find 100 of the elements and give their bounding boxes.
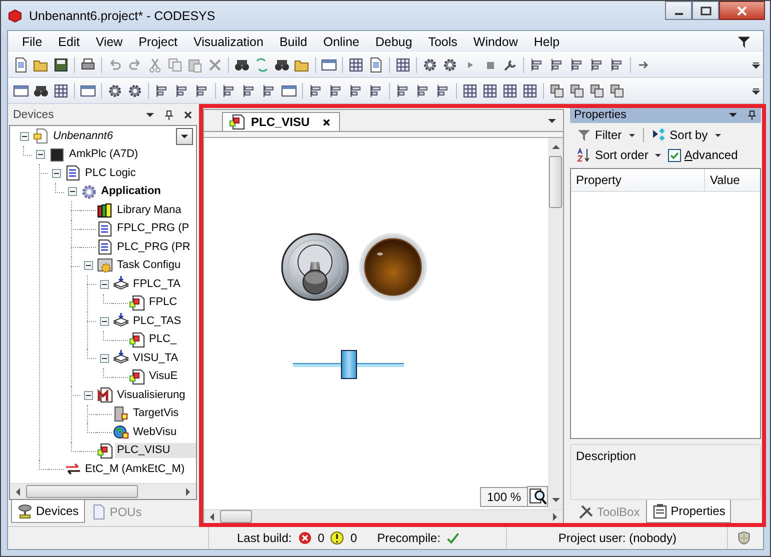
menu-item[interactable]: Build (271, 34, 316, 48)
panel-tab[interactable]: Devices (11, 500, 85, 523)
view-icon[interactable] (13, 83, 29, 99)
scrollbar-thumb[interactable] (549, 156, 562, 208)
toolbar-overflow-icon[interactable] (752, 60, 760, 70)
tree-item[interactable]: FPLC_PRG (P (115, 221, 196, 236)
toggle-switch-drawing[interactable] (280, 232, 350, 302)
tree-item[interactable]: VISU_TA (131, 350, 196, 366)
tree-item[interactable]: WebVisu (131, 424, 196, 440)
menu-item[interactable]: Debug (367, 34, 420, 48)
scrollbar-thumb[interactable] (26, 485, 138, 498)
slider-thumb[interactable] (340, 350, 356, 379)
horizontal-scrollbar[interactable] (10, 483, 196, 499)
keyboard-icon[interactable] (80, 83, 96, 99)
zoom-level-field[interactable]: 100 % (480, 487, 528, 507)
collapse-toggle[interactable] (68, 187, 76, 196)
scroll-right-icon[interactable] (552, 512, 558, 520)
scroll-up-icon[interactable] (552, 144, 560, 150)
minimize-button[interactable] (665, 1, 692, 20)
scroll-down-icon[interactable] (552, 497, 560, 503)
scroll-left-icon[interactable] (15, 488, 21, 496)
layer-icon[interactable] (549, 83, 565, 99)
editor-tab[interactable]: PLC_VISU (222, 112, 340, 131)
keypad-icon[interactable] (395, 57, 411, 73)
menu-item[interactable]: Tools (420, 34, 466, 48)
tree-item[interactable]: PLC_PRG (PR (115, 240, 196, 255)
dropdown-icon[interactable] (145, 110, 155, 120)
menu-item[interactable]: Online (315, 34, 368, 48)
gear-icon[interactable] (422, 57, 438, 73)
window-list-icon[interactable] (321, 57, 337, 73)
tree-item[interactable]: PLC_VISU (115, 443, 196, 458)
collapse-toggle[interactable] (100, 354, 108, 363)
export-icon[interactable] (368, 57, 384, 73)
zoom-icon[interactable] (33, 83, 49, 99)
save-icon[interactable] (53, 57, 69, 73)
tree-item[interactable]: EtC_M (AmkEtC_M) (83, 462, 196, 477)
size-icon[interactable] (482, 83, 498, 99)
gear-icon[interactable] (442, 57, 458, 73)
collapse-toggle[interactable] (52, 168, 60, 178)
tree-item[interactable]: Application (99, 184, 196, 200)
vertical-scrollbar[interactable] (548, 138, 563, 509)
tree-item[interactable]: FPLC (147, 295, 196, 310)
size-icon[interactable] (522, 83, 538, 99)
collapse-toggle[interactable] (36, 150, 44, 160)
delete-icon[interactable] (207, 57, 223, 73)
pin-icon[interactable] (747, 110, 757, 120)
image-icon[interactable] (281, 83, 297, 99)
dropdown-button[interactable]: Sort by (650, 126, 722, 144)
tree-item[interactable]: Library Mana (115, 202, 196, 218)
tree-item[interactable]: PLC Logic (83, 166, 196, 181)
pin-icon[interactable] (164, 110, 174, 120)
checkbox-icon[interactable] (668, 148, 682, 162)
new-document-icon[interactable] (13, 57, 29, 73)
paste-icon[interactable] (187, 57, 203, 73)
tree-item[interactable]: PLC_ (147, 332, 196, 348)
maximize-button[interactable] (692, 1, 719, 20)
tree-item[interactable]: VisuE (147, 369, 196, 384)
menu-item[interactable]: Help (526, 34, 568, 48)
gear-icon[interactable] (127, 83, 143, 99)
dropdown-icon[interactable] (728, 110, 738, 120)
scrollbar-thumb[interactable] (220, 510, 252, 523)
menu-item[interactable]: Edit (50, 34, 88, 48)
dropdown-button[interactable] (176, 128, 193, 145)
tree-item[interactable]: Visualisierung (115, 388, 196, 403)
close-icon[interactable] (183, 110, 193, 120)
grid-icon[interactable] (348, 57, 364, 73)
tree-item[interactable]: TargetVis (131, 406, 196, 422)
menu-item[interactable]: Visualization (185, 34, 272, 48)
size-icon[interactable] (502, 83, 518, 99)
tree-item[interactable]: FPLC_TA (131, 276, 196, 292)
close-button[interactable] (719, 1, 765, 20)
menu-item[interactable]: Window (465, 34, 526, 48)
collapse-toggle[interactable] (20, 132, 28, 141)
collapse-toggle[interactable] (84, 261, 92, 270)
zoom-icon[interactable] (527, 486, 548, 507)
dropdown-button[interactable]: Filter (576, 126, 636, 144)
collapse-toggle[interactable] (100, 280, 108, 289)
horizontal-scrollbar[interactable] (204, 509, 563, 523)
binoculars-icon[interactable] (274, 57, 290, 73)
checkbox[interactable]: Advanced (668, 146, 738, 164)
binoculars-icon[interactable] (234, 57, 250, 73)
tree-item[interactable]: Unbenannt6 (51, 128, 196, 144)
layer-icon[interactable] (589, 83, 605, 99)
panel-tab[interactable]: Properties (646, 500, 732, 523)
tree-item[interactable]: AmkPlc (A7D) (67, 147, 196, 162)
cut-icon[interactable] (147, 57, 163, 73)
collapse-toggle[interactable] (100, 316, 108, 326)
toolbar-overflow-icon[interactable] (752, 86, 760, 96)
gear-icon[interactable] (107, 83, 123, 99)
tree-item[interactable]: PLC_TAS (131, 314, 196, 329)
collapse-toggle[interactable] (84, 390, 92, 400)
column-header[interactable]: Property (571, 169, 705, 191)
copy-icon[interactable] (167, 57, 183, 73)
funnel-icon[interactable] (737, 34, 751, 48)
scroll-left-icon[interactable] (209, 512, 215, 520)
menu-item[interactable]: View (88, 34, 131, 48)
layer-icon[interactable] (569, 83, 585, 99)
menu-item[interactable]: File (14, 34, 50, 48)
layer-icon[interactable] (609, 83, 625, 99)
tree-item[interactable]: Task Configu (115, 258, 196, 274)
